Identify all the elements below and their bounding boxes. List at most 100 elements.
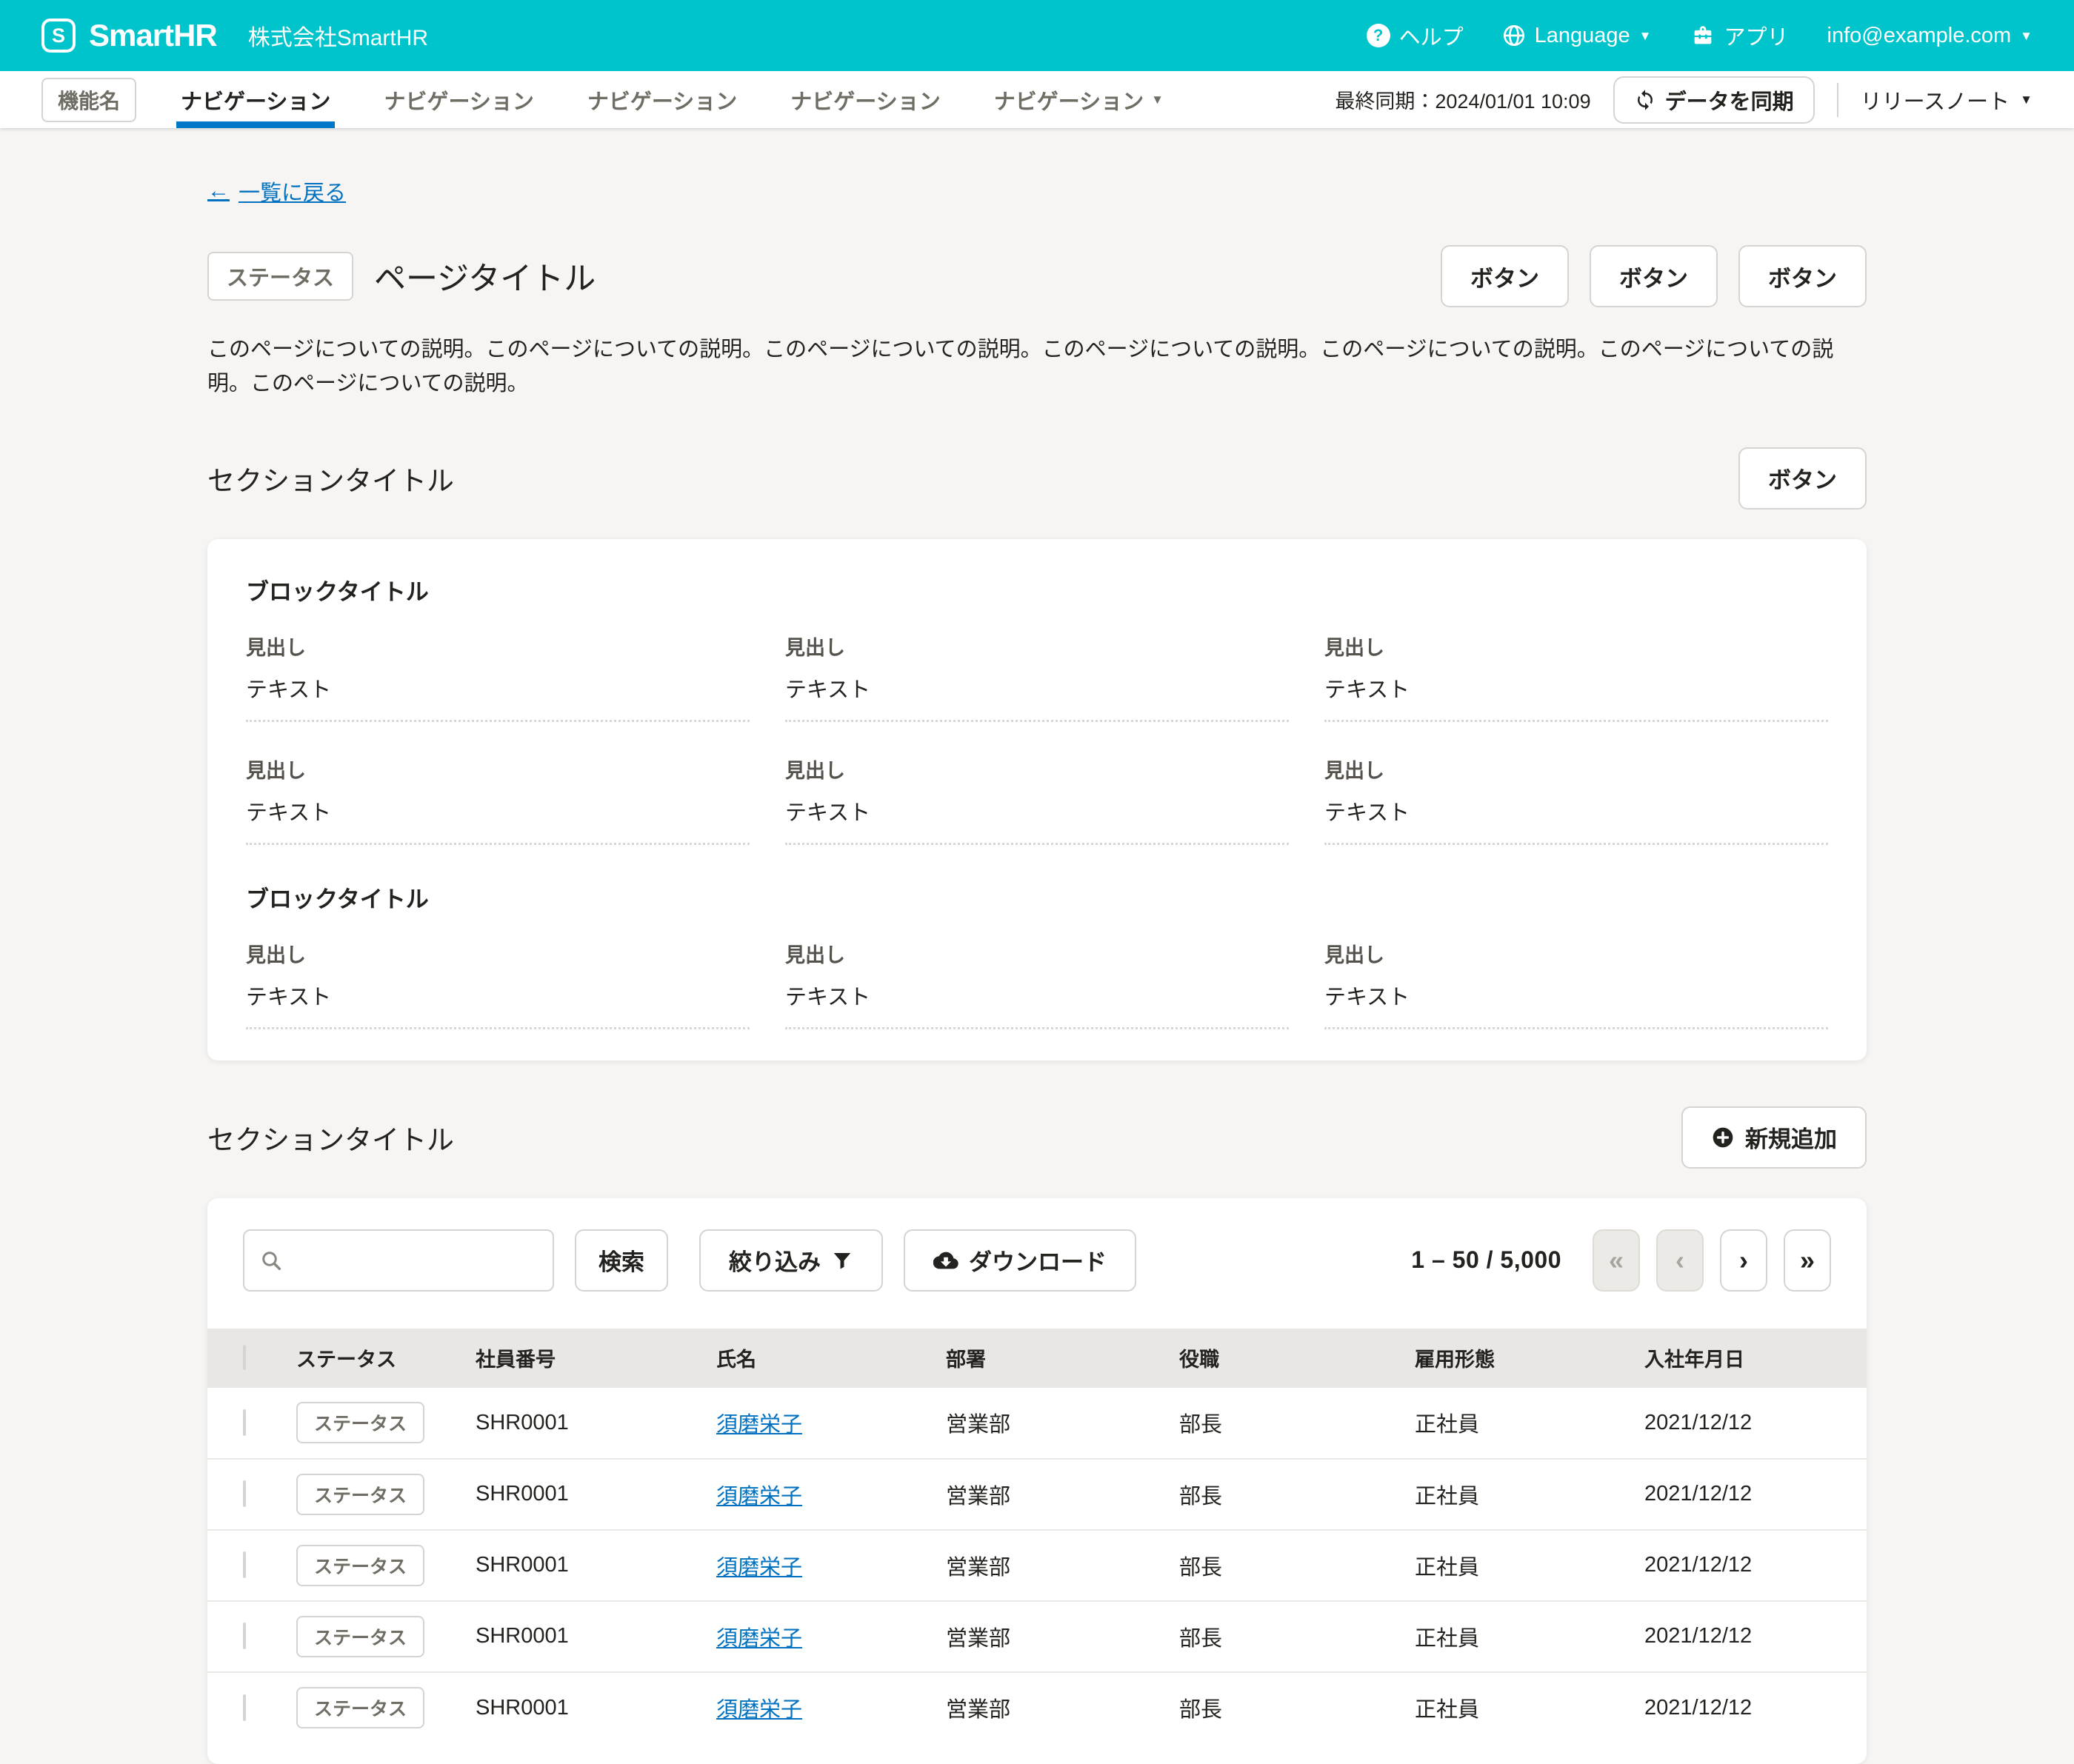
download-button[interactable]: ダウンロード xyxy=(904,1229,1136,1292)
employee-id-cell: SHR0001 xyxy=(476,1459,716,1530)
row-checkbox[interactable] xyxy=(243,1551,246,1578)
field-label: 見出し xyxy=(246,632,750,661)
pagination-next-button[interactable]: › xyxy=(1720,1229,1767,1292)
field-value: テキスト xyxy=(785,672,1289,704)
department-cell: 営業部 xyxy=(946,1388,1179,1459)
field: 見出し テキスト xyxy=(1324,755,1828,845)
page-action-button[interactable]: ボタン xyxy=(1590,245,1718,307)
download-label: ダウンロード xyxy=(969,1243,1107,1277)
row-checkbox[interactable] xyxy=(243,1409,246,1436)
field-value: テキスト xyxy=(1324,980,1828,1011)
nav-tab[interactable]: ナビゲーション xyxy=(561,71,764,128)
employee-name-link[interactable]: 須磨栄子 xyxy=(716,1627,802,1651)
page-title: ページタイトル xyxy=(374,253,596,299)
column-header: 社員番号 xyxy=(476,1329,716,1388)
info-card: ブロックタイトル 見出し テキスト 見出し テキスト 見出し テキスト 見出し … xyxy=(207,539,1867,1060)
row-status-badge: ステータス xyxy=(296,1545,424,1586)
employment-type-cell: 正社員 xyxy=(1415,1672,1644,1743)
employment-type-cell: 正社員 xyxy=(1415,1601,1644,1672)
add-new-button[interactable]: 新規追加 xyxy=(1681,1106,1867,1169)
language-button[interactable]: Language ▼ xyxy=(1502,24,1652,48)
section-header: セクションタイトル ボタン xyxy=(207,447,1867,510)
employee-name-link[interactable]: 須磨栄子 xyxy=(716,1698,802,1722)
employee-table: ステータス 社員番号 氏名 部署 役職 雇用形態 入社年月日 ステータス SHR… xyxy=(207,1329,1867,1743)
page-description: このページについての説明。このページについての説明。このページについての説明。こ… xyxy=(207,333,1867,401)
field-label: 見出し xyxy=(785,755,1289,784)
field-value: テキスト xyxy=(785,795,1289,826)
chevron-down-icon: ▼ xyxy=(1151,93,1164,106)
hire-date-cell: 2021/12/12 xyxy=(1644,1459,1867,1530)
search-input-box xyxy=(243,1229,554,1292)
refresh-icon xyxy=(1634,89,1656,111)
block-title: ブロックタイトル xyxy=(246,573,1828,607)
funnel-icon xyxy=(831,1249,853,1272)
field: 見出し テキスト xyxy=(1324,632,1828,722)
hire-date-cell: 2021/12/12 xyxy=(1644,1530,1867,1601)
employee-name-link[interactable]: 須磨栄子 xyxy=(716,1485,802,1509)
department-cell: 営業部 xyxy=(946,1672,1179,1743)
nav-tab[interactable]: ナビゲーション ▼ xyxy=(967,71,1190,128)
sync-data-label: データを同期 xyxy=(1665,84,1794,116)
row-status-badge: ステータス xyxy=(296,1616,424,1657)
logo-s-icon: S xyxy=(41,19,76,53)
brand-name: SmartHR xyxy=(89,18,217,53)
hire-date-cell: 2021/12/12 xyxy=(1644,1672,1867,1743)
nav-tab-label: ナビゲーション xyxy=(384,84,533,116)
topbar-menu: ? ヘルプ Language ▼ アプリ info@example.com ▼ xyxy=(1367,20,2033,51)
row-checkbox[interactable] xyxy=(243,1623,246,1649)
back-link[interactable]: ← 一覧に戻る xyxy=(207,176,346,207)
nav-tab-label: ナビゲーション xyxy=(790,84,940,116)
block-title: ブロックタイトル xyxy=(246,881,1828,914)
chevron-down-icon: ▼ xyxy=(2020,30,2033,42)
nav-tab-label: ナビゲーション xyxy=(994,84,1144,116)
pagination-last-button[interactable]: » xyxy=(1784,1229,1831,1292)
position-cell: 部長 xyxy=(1179,1601,1415,1672)
apps-button[interactable]: アプリ xyxy=(1690,20,1789,51)
search-input[interactable] xyxy=(292,1249,538,1272)
field: 見出し テキスト xyxy=(1324,939,1828,1029)
page-action-button[interactable]: ボタン xyxy=(1738,245,1867,307)
employee-name-link[interactable]: 須磨栄子 xyxy=(716,1413,802,1437)
employee-id-cell: SHR0001 xyxy=(476,1672,716,1743)
help-button[interactable]: ? ヘルプ xyxy=(1367,20,1464,51)
field-label: 見出し xyxy=(785,632,1289,661)
field: 見出し テキスト xyxy=(246,755,750,845)
field: 見出し テキスト xyxy=(785,939,1289,1029)
field-grid: 見出し テキスト 見出し テキスト 見出し テキスト 見出し テキスト 見出し xyxy=(246,632,1828,845)
field-label: 見出し xyxy=(1324,939,1828,968)
release-notes-menu[interactable]: リリースノート ▼ xyxy=(1861,84,2033,116)
section-title: セクションタイトル xyxy=(207,458,454,498)
double-chevron-left-icon: « xyxy=(1609,1245,1624,1276)
page-header: ステータス ページタイトル ボタン ボタン ボタン xyxy=(207,245,1867,307)
page-action-button[interactable]: ボタン xyxy=(1441,245,1569,307)
table-toolbar: 検索 絞り込み ダウンロード 1 – 50 / 5,000 « ‹ › » xyxy=(207,1198,1867,1311)
table-row: ステータス SHR0001 須磨栄子 営業部 部長 正社員 2021/12/12 xyxy=(207,1672,1867,1743)
help-icon: ? xyxy=(1367,24,1390,47)
row-checkbox[interactable] xyxy=(243,1480,246,1507)
last-sync-label: 最終同期：2024/01/01 10:09 xyxy=(1335,85,1590,114)
help-label: ヘルプ xyxy=(1399,20,1464,51)
table-row: ステータス SHR0001 須磨栄子 営業部 部長 正社員 2021/12/12 xyxy=(207,1530,1867,1601)
nav-tab[interactable]: ナビゲーション xyxy=(357,71,560,128)
filter-button[interactable]: 絞り込み xyxy=(699,1229,883,1292)
main-content: ← 一覧に戻る ステータス ページタイトル ボタン ボタン ボタン このページに… xyxy=(207,128,1867,1764)
sync-data-button[interactable]: データを同期 xyxy=(1613,76,1815,124)
field-label: 見出し xyxy=(246,939,750,968)
employee-id-cell: SHR0001 xyxy=(476,1530,716,1601)
field-value: テキスト xyxy=(1324,672,1828,704)
nav-tab[interactable]: ナビゲーション xyxy=(764,71,967,128)
nav-tab[interactable]: ナビゲーション xyxy=(154,71,357,128)
table-card: 検索 絞り込み ダウンロード 1 – 50 / 5,000 « ‹ › » xyxy=(207,1198,1867,1764)
search-button[interactable]: 検索 xyxy=(575,1229,668,1292)
employee-name-link[interactable]: 須磨栄子 xyxy=(716,1556,802,1580)
row-checkbox[interactable] xyxy=(243,1694,246,1721)
select-all-checkbox[interactable] xyxy=(243,1345,246,1370)
field-value: テキスト xyxy=(785,980,1289,1011)
account-menu[interactable]: info@example.com ▼ xyxy=(1827,24,2033,48)
smarthr-logo[interactable]: S SmartHR xyxy=(41,18,217,53)
column-header: 部署 xyxy=(946,1329,1179,1388)
row-status-badge: ステータス xyxy=(296,1687,424,1728)
toolbox-icon xyxy=(1690,23,1715,48)
position-cell: 部長 xyxy=(1179,1459,1415,1530)
section-action-button[interactable]: ボタン xyxy=(1738,447,1867,510)
